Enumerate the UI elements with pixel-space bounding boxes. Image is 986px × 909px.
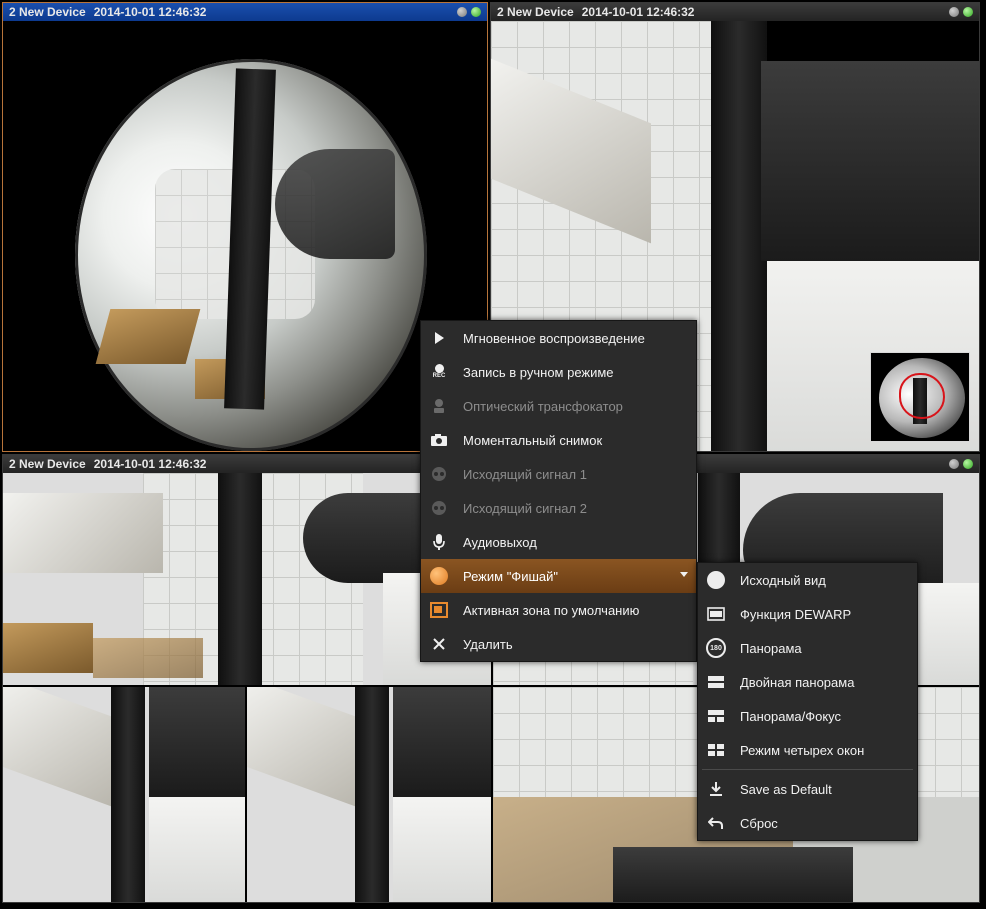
device-name: 2 New Device bbox=[497, 5, 574, 19]
video-surveillance-grid: 2 New Device 2014-10-01 12:46:32 2 New D… bbox=[0, 0, 986, 909]
submenu-item-dewarp[interactable]: Функция DEWARP bbox=[698, 597, 917, 631]
menu-item-label: Save as Default bbox=[740, 781, 832, 797]
fisheye-icon bbox=[429, 566, 449, 586]
double-panorama-icon bbox=[706, 672, 726, 692]
menu-item-label: Функция DEWARP bbox=[740, 606, 852, 622]
menu-item-audio-output[interactable]: Аудиовыход bbox=[421, 525, 696, 559]
menu-item-label: Исходящий сигнал 2 bbox=[463, 500, 587, 516]
submenu-item-panorama-focus[interactable]: Панорама/Фокус bbox=[698, 699, 917, 733]
circle-icon bbox=[706, 570, 726, 590]
dewarp-icon bbox=[706, 604, 726, 624]
status-gray-icon bbox=[457, 7, 467, 17]
play-icon bbox=[429, 328, 449, 348]
active-zone-icon bbox=[429, 600, 449, 620]
chevron-down-icon bbox=[680, 572, 688, 577]
download-icon bbox=[706, 779, 726, 799]
submenu-item-panorama[interactable]: 180 Панорама bbox=[698, 631, 917, 665]
menu-item-fisheye-mode[interactable]: Режим "Фишай" bbox=[421, 559, 696, 593]
device-name: 2 New Device bbox=[9, 457, 86, 471]
pane-timestamp: 2014-10-01 12:46:32 bbox=[93, 5, 207, 19]
output-signal-icon bbox=[429, 498, 449, 518]
quad-view-icon bbox=[706, 740, 726, 760]
menu-item-label: Режим четырех окон bbox=[740, 742, 865, 758]
optical-zoom-icon bbox=[429, 396, 449, 416]
menu-item-default-active-zone[interactable]: Активная зона по умолчанию bbox=[421, 593, 696, 627]
undo-icon bbox=[706, 813, 726, 833]
menu-item-output-signal-1[interactable]: Исходящий сигнал 1 bbox=[421, 457, 696, 491]
panorama-180-text: 180 bbox=[710, 644, 722, 652]
menu-item-label: Исходящий сигнал 1 bbox=[463, 466, 587, 482]
menu-item-label: Мгновенное воспроизведение bbox=[463, 330, 645, 346]
status-green-icon bbox=[963, 459, 973, 469]
submenu-item-save-default[interactable]: Save as Default bbox=[698, 772, 917, 806]
menu-item-label: Исходный вид bbox=[740, 572, 826, 588]
minimap-region-of-interest[interactable] bbox=[899, 373, 945, 419]
status-green-icon bbox=[471, 7, 481, 17]
menu-item-manual-recording[interactable]: REC Запись в ручном режиме bbox=[421, 355, 696, 389]
submenu-item-double-panorama[interactable]: Двойная панорама bbox=[698, 665, 917, 699]
menu-item-label: Режим "Фишай" bbox=[463, 568, 558, 584]
menu-item-label: Моментальный снимок bbox=[463, 432, 603, 448]
record-icon: REC bbox=[429, 362, 449, 382]
menu-item-instant-playback[interactable]: Мгновенное воспроизведение bbox=[421, 321, 696, 355]
fisheye-video[interactable] bbox=[3, 21, 487, 451]
camera-pane-1[interactable]: 2 New Device 2014-10-01 12:46:32 bbox=[2, 2, 488, 452]
menu-item-label: Оптический трансфокатор bbox=[463, 398, 623, 414]
panorama-focus-icon bbox=[706, 706, 726, 726]
menu-item-label: Панорама bbox=[740, 640, 802, 656]
pane-header: 2 New Device 2014-10-01 12:46:32 bbox=[3, 3, 487, 21]
submenu-item-reset[interactable]: Сброс bbox=[698, 806, 917, 840]
pane-timestamp: 2014-10-01 12:46:32 bbox=[581, 5, 695, 19]
menu-item-label: Запись в ручном режиме bbox=[463, 364, 614, 380]
status-gray-icon bbox=[949, 459, 959, 469]
menu-separator bbox=[702, 769, 913, 770]
fisheye-minimap[interactable] bbox=[870, 352, 970, 442]
microphone-icon bbox=[429, 532, 449, 552]
submenu-item-quad-view[interactable]: Режим четырех окон bbox=[698, 733, 917, 767]
menu-item-label: Активная зона по умолчанию bbox=[463, 602, 640, 618]
pane-timestamp: 2014-10-01 12:46:32 bbox=[93, 457, 207, 471]
camera-icon bbox=[429, 430, 449, 450]
menu-item-optical-zoom[interactable]: Оптический трансфокатор bbox=[421, 389, 696, 423]
fisheye-submenu: Исходный вид Функция DEWARP 180 Панорама… bbox=[697, 562, 918, 841]
output-signal-icon bbox=[429, 464, 449, 484]
device-name: 2 New Device bbox=[9, 5, 86, 19]
fisheye-circle bbox=[75, 59, 427, 451]
menu-item-label: Удалить bbox=[463, 636, 513, 652]
menu-item-delete[interactable]: Удалить bbox=[421, 627, 696, 661]
menu-item-output-signal-2[interactable]: Исходящий сигнал 2 bbox=[421, 491, 696, 525]
context-menu: Мгновенное воспроизведение REC Запись в … bbox=[420, 320, 697, 662]
menu-item-label: Панорама/Фокус bbox=[740, 708, 842, 724]
menu-item-label: Сброс bbox=[740, 815, 778, 831]
status-green-icon bbox=[963, 7, 973, 17]
menu-item-snapshot[interactable]: Моментальный снимок bbox=[421, 423, 696, 457]
status-gray-icon bbox=[949, 7, 959, 17]
close-icon bbox=[429, 634, 449, 654]
panorama-180-icon: 180 bbox=[706, 638, 726, 658]
pane-header: 2 New Device 2014-10-01 12:46:32 bbox=[491, 3, 979, 21]
menu-item-label: Аудиовыход bbox=[463, 534, 537, 550]
menu-item-label: Двойная панорама bbox=[740, 674, 855, 690]
submenu-item-original-view[interactable]: Исходный вид bbox=[698, 563, 917, 597]
rec-text: REC bbox=[432, 373, 446, 379]
